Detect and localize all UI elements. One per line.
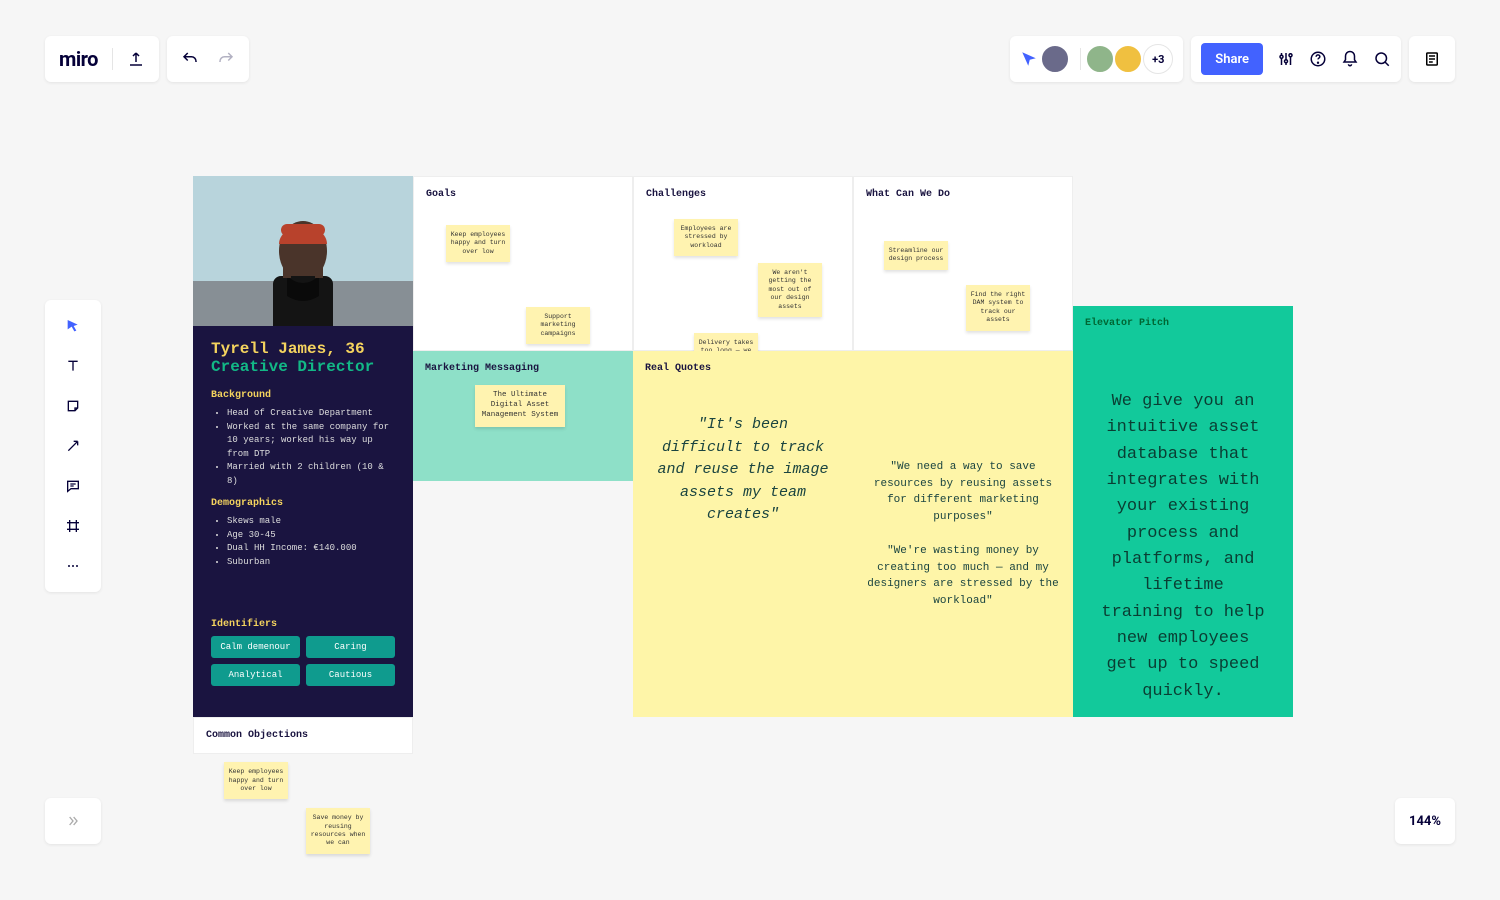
- help-icon[interactable]: [1309, 50, 1327, 68]
- list-item: Worked at the same company for 10 years;…: [227, 421, 395, 462]
- sticky-note[interactable]: Save money by reusing resources when we …: [306, 808, 370, 854]
- panel-real-quotes-right[interactable]: "We need a way to save resources by reus…: [853, 351, 1073, 717]
- zoom-level[interactable]: 144%: [1395, 798, 1455, 844]
- list-item: Head of Creative Department: [227, 407, 395, 421]
- panel-what-can-we-do[interactable]: What Can We Do Streamline our design pro…: [853, 176, 1073, 351]
- sticky-tool-icon[interactable]: [45, 386, 101, 426]
- list-item: Skews male: [227, 515, 395, 529]
- sticky-note[interactable]: Support marketing campaigns: [526, 307, 590, 344]
- redo-icon: [217, 50, 235, 68]
- panel-goals[interactable]: Goals Keep employees happy and turn over…: [413, 176, 633, 351]
- app-logo[interactable]: miro: [59, 47, 98, 71]
- sticky-note[interactable]: We aren't getting the most out of our de…: [758, 263, 822, 317]
- frame-tool-icon[interactable]: [45, 506, 101, 546]
- panel-title: Elevator Pitch: [1085, 318, 1281, 329]
- search-icon[interactable]: [1373, 50, 1391, 68]
- main-menu-icon[interactable]: [1409, 36, 1455, 82]
- list-item: Dual HH Income: €140.000: [227, 542, 395, 556]
- settings-icon[interactable]: [1277, 50, 1295, 68]
- panel-marketing[interactable]: Marketing Messaging The Ultimate Digital…: [413, 351, 633, 481]
- share-button[interactable]: Share: [1201, 43, 1263, 75]
- panel-challenges[interactable]: Challenges Employees are stressed by wor…: [633, 176, 853, 351]
- board-controls: Share: [1191, 36, 1401, 82]
- notifications-icon[interactable]: [1341, 50, 1359, 68]
- panel-title: What Can We Do: [866, 189, 1060, 200]
- tag[interactable]: Caring: [306, 636, 395, 658]
- avatar[interactable]: [1040, 44, 1070, 74]
- more-tools-icon[interactable]: [45, 546, 101, 586]
- persona-role: Creative Director: [211, 358, 395, 376]
- persona-background-h: Background: [211, 390, 395, 401]
- sticky-note[interactable]: Find the right DAM system to track our a…: [966, 285, 1030, 331]
- sticky-note[interactable]: Streamline our design process: [884, 241, 948, 270]
- select-tool-icon[interactable]: [45, 306, 101, 346]
- panel-elevator-pitch[interactable]: Elevator Pitch We give you an intuitive …: [1073, 306, 1293, 717]
- pitch-body: We give you an intuitive asset database …: [1085, 329, 1281, 705]
- comment-tool-icon[interactable]: [45, 466, 101, 506]
- panel-title: Challenges: [646, 189, 840, 200]
- persona-demographics-list: Skews male Age 30-45 Dual HH Income: €14…: [211, 515, 395, 569]
- persona-card[interactable]: Tyrell James, 36 Creative Director Backg…: [193, 176, 413, 717]
- avatar-more[interactable]: +3: [1143, 44, 1173, 74]
- panel-title: Real Quotes: [645, 363, 841, 374]
- panel-title: Goals: [426, 189, 620, 200]
- history-controls: [167, 36, 249, 82]
- panel-title: Marketing Messaging: [425, 363, 621, 374]
- export-icon[interactable]: [127, 50, 145, 68]
- persona-name: Tyrell James, 36: [211, 340, 395, 358]
- quote: "It's been difficult to track and reuse …: [645, 374, 841, 567]
- expand-panel-icon[interactable]: [45, 798, 101, 844]
- board-header: miro: [45, 36, 159, 82]
- panel-title: Common Objections: [206, 730, 400, 741]
- tag[interactable]: Cautious: [306, 664, 395, 686]
- quote: "We're wasting money by creating too muc…: [867, 543, 1059, 609]
- arrow-tool-icon[interactable]: [45, 426, 101, 466]
- list-item: Age 30-45: [227, 529, 395, 543]
- board-canvas[interactable]: Tyrell James, 36 Creative Director Backg…: [193, 176, 1293, 726]
- sticky-note[interactable]: Employees are stressed by workload: [674, 219, 738, 256]
- tag[interactable]: Calm demenour: [211, 636, 300, 658]
- quote: "We need a way to save resources by reus…: [867, 459, 1059, 525]
- cursor-follow-icon[interactable]: [1020, 50, 1038, 68]
- persona-photo: [193, 176, 413, 326]
- tag[interactable]: Analytical: [211, 664, 300, 686]
- sticky-note[interactable]: Keep employees happy and turn over low: [224, 762, 288, 799]
- list-item: Married with 2 children (10 & 8): [227, 461, 395, 488]
- list-item: Suburban: [227, 556, 395, 570]
- persona-demographics-h: Demographics: [211, 498, 395, 509]
- sticky-note[interactable]: The Ultimate Digital Asset Management Sy…: [475, 385, 565, 426]
- collaborators: +3: [1010, 36, 1183, 82]
- undo-icon[interactable]: [181, 50, 199, 68]
- panel-real-quotes-left[interactable]: Real Quotes "It's been difficult to trac…: [633, 351, 853, 717]
- persona-background-list: Head of Creative Department Worked at th…: [211, 407, 395, 488]
- text-tool-icon[interactable]: [45, 346, 101, 386]
- tool-toolbar: [45, 300, 101, 592]
- persona-identifiers-h: Identifiers: [211, 619, 395, 630]
- panel-objections[interactable]: Common Objections Keep employees happy a…: [193, 717, 413, 754]
- avatar[interactable]: [1113, 44, 1143, 74]
- sticky-note[interactable]: Keep employees happy and turn over low: [446, 225, 510, 262]
- avatar[interactable]: [1085, 44, 1115, 74]
